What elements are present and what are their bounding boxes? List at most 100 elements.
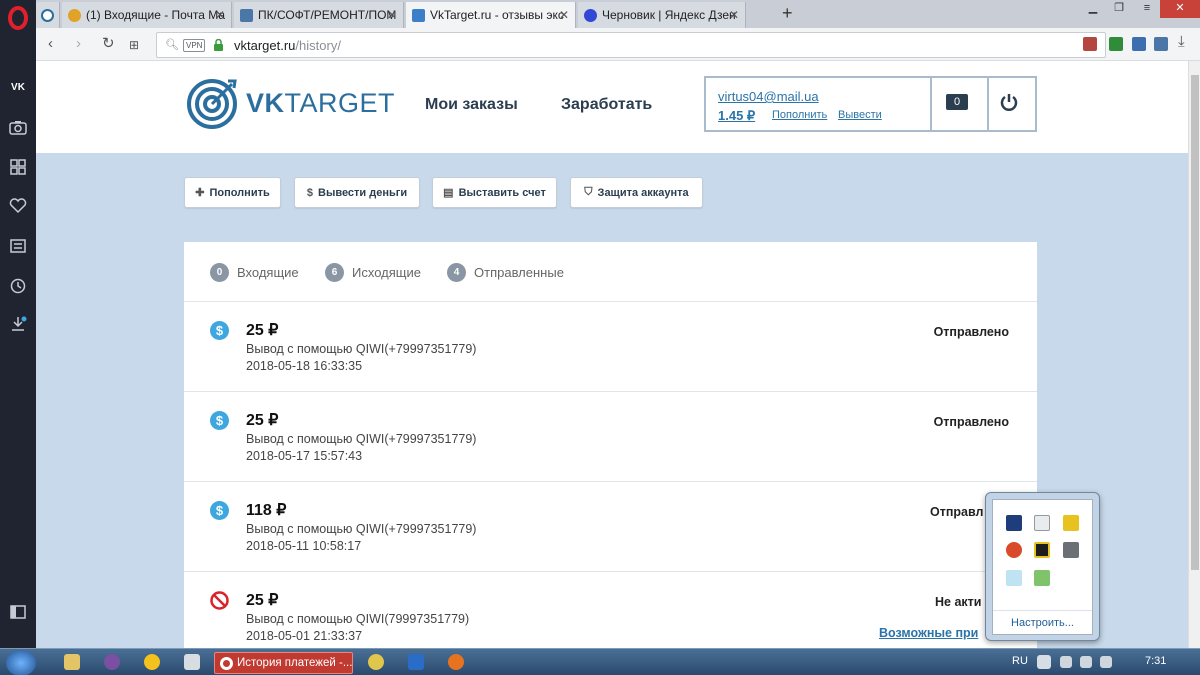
svg-text:$: $ — [216, 413, 224, 428]
history-icon[interactable] — [9, 278, 27, 294]
svg-text:$: $ — [216, 503, 224, 518]
deposit-link[interactable]: Пополнить — [772, 109, 827, 121]
tab-vktarget-reviews[interactable]: VkTarget.ru - отзывы экс ✕ — [406, 2, 576, 28]
document-icon: ▤ — [443, 187, 454, 199]
taskbar-opera-window[interactable]: История платежей -... — [214, 652, 353, 674]
media-player-icon[interactable] — [1034, 542, 1050, 558]
reload-button[interactable]: ↻ — [102, 36, 115, 52]
plus-icon: ✚ — [195, 187, 205, 199]
clock[interactable]: 7:31 — [1145, 655, 1166, 667]
volume-icon[interactable] — [1100, 656, 1112, 668]
logout-power-icon[interactable] — [999, 92, 1019, 112]
close-icon[interactable]: ✕ — [387, 8, 397, 22]
filter-incoming[interactable]: 0 Входящие — [210, 263, 299, 282]
opera-logo-icon[interactable] — [8, 6, 28, 30]
account-balance[interactable]: 1.45 ₽ — [718, 108, 755, 124]
nav-my-orders[interactable]: Мои заказы — [425, 96, 518, 114]
page-scrollbar[interactable] — [1188, 61, 1200, 648]
sidebar-toggle-icon[interactable] — [9, 604, 27, 620]
chrome-icon[interactable] — [368, 654, 384, 670]
news-icon[interactable] — [9, 238, 27, 254]
transaction-date: 2018-05-11 10:58:17 — [246, 539, 362, 553]
vk-icon[interactable]: VK — [9, 80, 27, 96]
drive-icon[interactable] — [1063, 542, 1079, 558]
possible-link[interactable]: Возможные при — [879, 626, 978, 640]
withdraw-money-button[interactable]: $ Вывести деньги — [294, 177, 420, 208]
heart-icon[interactable] — [9, 198, 27, 214]
transaction-status: Не акти — [935, 595, 982, 609]
close-icon[interactable]: ✕ — [729, 8, 739, 22]
back-button[interactable]: ‹ — [48, 36, 53, 52]
display-icon[interactable] — [1006, 515, 1022, 531]
camera-icon[interactable] — [9, 120, 27, 136]
calculator-icon[interactable] — [184, 654, 200, 670]
monitor-icon[interactable] — [1034, 570, 1050, 586]
transaction-amount: 25 ₽ — [246, 322, 279, 339]
explorer-icon[interactable] — [64, 654, 80, 670]
filter-outgoing[interactable]: 6 Исходящие — [325, 263, 421, 282]
deposit-button[interactable]: ✚ Пополнить — [184, 177, 281, 208]
downloads-icon[interactable] — [9, 316, 27, 332]
language-indicator[interactable]: RU — [1012, 655, 1028, 667]
maximize-button[interactable]: ❐ — [1106, 0, 1132, 18]
viber-icon[interactable] — [104, 654, 120, 670]
tray-icon[interactable] — [1080, 656, 1092, 668]
history-filters: 0 Входящие 6 Исходящие 4 Отправленные — [184, 242, 1037, 302]
app-icon[interactable] — [1006, 542, 1022, 558]
extension-icon[interactable] — [1132, 37, 1146, 51]
flag-icon[interactable] — [1034, 515, 1050, 531]
tab-menu-icon[interactable]: ≡ — [1136, 0, 1158, 18]
tab-zen-draft[interactable]: Черновик | Яндекс Дзен ✕ — [578, 2, 746, 28]
speed-dial-icon[interactable] — [9, 159, 27, 175]
start-button[interactable] — [6, 650, 36, 675]
tray-configure-link[interactable]: Настроить... — [993, 610, 1092, 629]
tab-vktarget-pinned[interactable] — [36, 2, 60, 28]
close-icon[interactable]: ✕ — [559, 8, 569, 22]
account-email[interactable]: virtus04@mail.ua — [718, 89, 819, 104]
site-logo[interactable]: VKTARGET — [186, 77, 395, 129]
vpn-badge[interactable]: VPN — [183, 39, 206, 52]
transaction-amount: 25 ₽ — [246, 412, 279, 429]
withdraw-link[interactable]: Вывести — [838, 109, 882, 121]
transaction-description: Вывод с помощью QIWI(+79997351779) — [246, 342, 477, 356]
tab-mail[interactable]: (1) Входящие - Почта Ма ✕ — [62, 2, 232, 28]
vk-icon — [240, 8, 253, 22]
extension-icon[interactable] — [1109, 37, 1123, 51]
app-icon[interactable] — [144, 654, 160, 670]
tray-icon[interactable] — [1060, 656, 1072, 668]
scrollbar-thumb[interactable] — [1191, 75, 1199, 570]
transaction-row[interactable]: $ 118 ₽ Вывод с помощью QIWI(+7999735177… — [184, 482, 1037, 572]
notifications-button[interactable]: 0 — [946, 94, 968, 110]
window-close-button[interactable]: ✕ — [1160, 0, 1200, 18]
divider — [987, 78, 989, 130]
minimize-button[interactable]: ▁ — [1080, 0, 1106, 18]
issue-invoice-button[interactable]: ▤ Выставить счет — [432, 177, 557, 208]
vk-extension-icon[interactable] — [1154, 37, 1168, 51]
mail-icon — [68, 8, 81, 22]
tab-vk-group[interactable]: ПК/СОФТ/РЕМОНТ/ПОМ ✕ — [234, 2, 404, 28]
update-icon[interactable] — [1063, 515, 1079, 531]
close-icon[interactable]: ✕ — [215, 8, 225, 22]
vktarget-favicon-icon — [41, 8, 54, 22]
address-bar[interactable]: 🔍︎ VPN vktarget.ru/history/ ♡ — [156, 32, 1106, 58]
transaction-row[interactable]: $ 25 ₽ Вывод с помощью QIWI(+79997351779… — [184, 392, 1037, 482]
firefox-icon[interactable] — [448, 654, 464, 670]
account-security-button[interactable]: ⛉ Защита аккаунта — [570, 177, 703, 208]
forward-button[interactable]: › — [76, 36, 81, 52]
account-panel: virtus04@mail.ua 1.45 ₽ Пополнить Вывест… — [704, 76, 1037, 132]
cancelled-icon — [210, 591, 229, 610]
new-tab-button[interactable]: + — [782, 4, 793, 22]
speed-dial-icon[interactable]: ⊞ — [129, 37, 139, 53]
url-text[interactable]: vktarget.ru/history/ — [234, 38, 341, 53]
download-icon[interactable]: ⤓ — [1178, 34, 1185, 50]
show-hidden-icons-button[interactable] — [1037, 655, 1051, 669]
nav-earn[interactable]: Заработать — [561, 96, 652, 114]
tab-strip: (1) Входящие - Почта Ма ✕ ПК/СОФТ/РЕМОНТ… — [36, 0, 1200, 28]
network-tool-icon[interactable] — [1006, 570, 1022, 586]
lock-icon[interactable] — [214, 39, 223, 51]
filter-sent[interactable]: 4 Отправленные — [447, 263, 564, 282]
transaction-row[interactable]: $ 25 ₽ Вывод с помощью QIWI(+79997351779… — [184, 302, 1037, 392]
word-icon[interactable] — [408, 654, 424, 670]
navigation-bar: ‹ › ↻ ⊞ 🔍︎ VPN vktarget.ru/history/ ♡ ⤓ — [36, 28, 1200, 61]
extension-icon[interactable] — [1083, 37, 1097, 51]
